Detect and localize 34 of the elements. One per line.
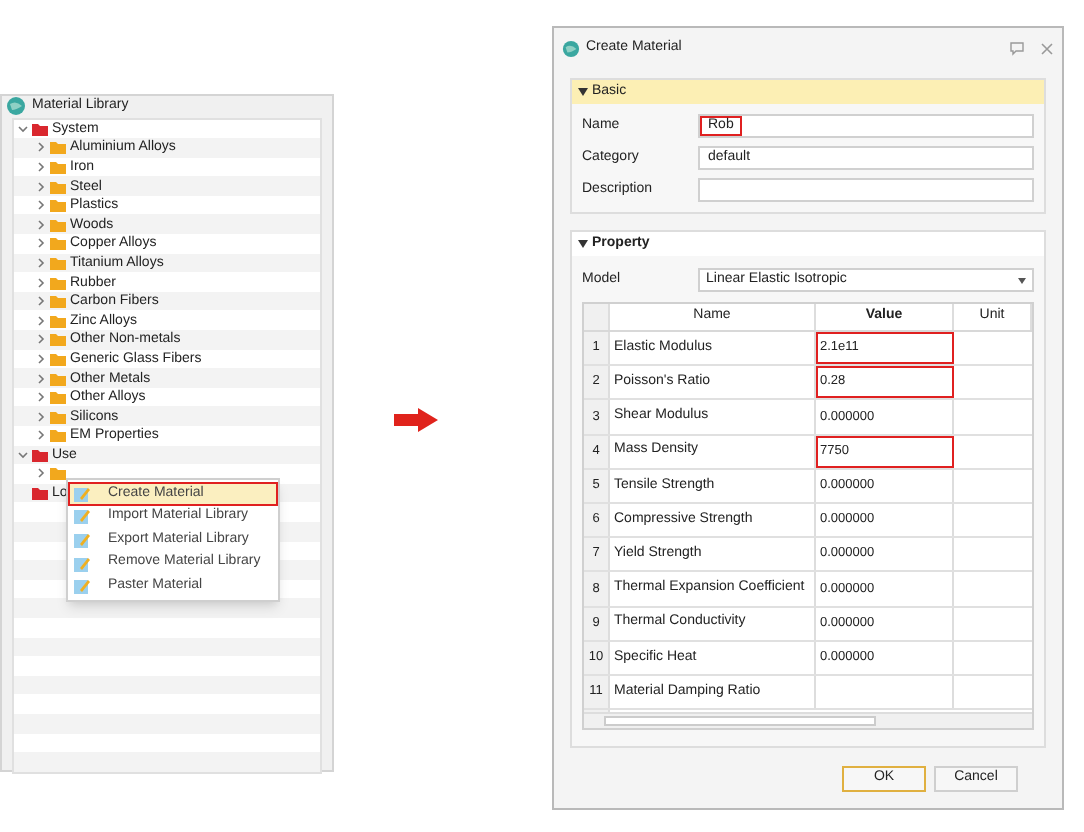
chevron-right-icon[interactable] (35, 200, 45, 211)
chevron-right-icon[interactable] (35, 296, 45, 307)
chevron-down-icon[interactable] (17, 123, 27, 134)
chevron-right-icon[interactable] (35, 468, 45, 479)
chevron-right-icon[interactable] (35, 430, 45, 441)
chevron-right-icon[interactable] (35, 142, 45, 153)
chevron-right-icon[interactable] (35, 238, 45, 249)
pencil-icon (74, 555, 90, 572)
close-icon[interactable] (1040, 41, 1054, 55)
pencil-icon (74, 485, 90, 502)
chevron-right-icon[interactable] (35, 277, 45, 288)
chevron-right-icon[interactable] (35, 161, 45, 172)
horizontal-scrollbar[interactable] (584, 712, 1032, 728)
chevron-right-icon[interactable] (35, 334, 45, 345)
chevron-right-icon[interactable] (35, 353, 45, 364)
chat-icon[interactable] (1010, 41, 1024, 55)
triangle-down-icon (578, 88, 588, 96)
chevron-right-icon[interactable] (35, 257, 45, 268)
chevron-down-icon[interactable] (17, 449, 27, 460)
chevron-right-icon[interactable] (35, 392, 45, 403)
pencil-icon (74, 531, 90, 548)
chevron-right-icon[interactable] (35, 219, 45, 230)
arrow-icon (394, 408, 438, 432)
caret-icon (1018, 277, 1026, 283)
chevron-right-icon[interactable] (35, 373, 45, 384)
input-field[interactable] (698, 178, 1034, 202)
chevron-right-icon[interactable] (35, 181, 45, 192)
globe-icon (6, 96, 26, 117)
chevron-right-icon[interactable] (35, 315, 45, 326)
chevron-right-icon[interactable] (35, 411, 45, 422)
pencil-icon (74, 578, 90, 595)
pencil-icon (74, 508, 90, 525)
triangle-down-icon (578, 240, 588, 248)
globe-icon (562, 39, 580, 57)
